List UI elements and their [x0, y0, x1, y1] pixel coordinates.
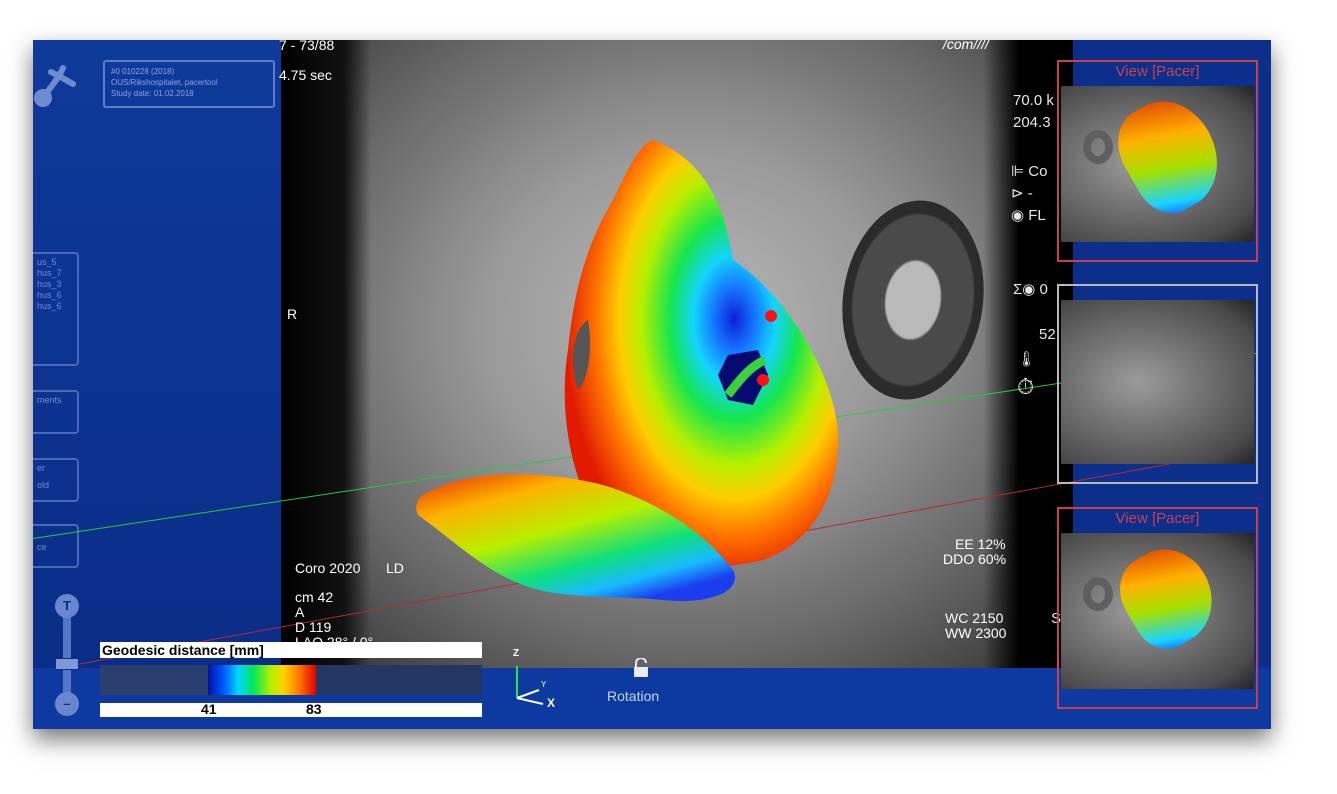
elapsed-time: 4.75 sec	[279, 67, 332, 83]
eye-icon: ◉	[1011, 207, 1029, 224]
patient-info-box[interactable]: #0 010228 (2018) OUS/Rikshospitalet, pac…	[103, 60, 275, 108]
ee-value: EE 12%	[955, 536, 1006, 552]
patient-id: #0 010228 (2018)	[111, 67, 175, 76]
value-readout: 52	[1039, 326, 1056, 343]
legend-title: Geodesic distance [mm]	[100, 642, 482, 658]
thumbnail-image	[1061, 533, 1254, 689]
thumbnail-view-pacer-3[interactable]: View [Pacer]	[1057, 507, 1258, 709]
thumbnail-view-pacer-1[interactable]: View [Pacer]	[1057, 60, 1258, 262]
geometry-line: cm 42	[295, 589, 334, 605]
thumbnail-title: View [Pacer]	[1115, 510, 1200, 527]
surface-box[interactable]: ce	[33, 524, 79, 568]
axis-y-label: Y	[541, 680, 547, 689]
legend-empty-range	[316, 665, 482, 695]
thumbnail-view-2[interactable]	[1057, 284, 1258, 484]
slider-thumb[interactable]	[55, 658, 79, 670]
series-list-box[interactable]: us_5 hus_7 hus_3 hus_6 hus_6	[33, 252, 79, 366]
measurements-label: ments	[37, 395, 62, 405]
filter-icon: ⊳	[1011, 185, 1028, 202]
legend-gradient	[208, 665, 316, 695]
axis-x-label: X	[547, 696, 556, 710]
slider-minus-button[interactable]: –	[55, 692, 79, 716]
slider-top-button[interactable]: T	[55, 594, 79, 618]
top-right-label: /com////	[943, 40, 989, 52]
protocol-label: Coro 2020	[295, 560, 361, 576]
app-logo-icon[interactable]	[33, 58, 79, 112]
ma-readout: 204.3	[1013, 114, 1051, 131]
ddo-value: DDO 60%	[943, 551, 1007, 567]
thumbnail-image	[1061, 300, 1254, 464]
legend-min-value[interactable]: 41	[201, 701, 217, 717]
threshold-box[interactable]: er old	[33, 458, 79, 502]
list-item[interactable]: hus_6	[37, 290, 73, 301]
color-legend-bar[interactable]	[100, 665, 482, 695]
thumbnail-image	[1061, 84, 1254, 242]
kv-readout: 70.0 k	[1013, 92, 1054, 109]
threshold-label-a: er	[37, 463, 46, 473]
protocol-sub-label: LD	[386, 560, 404, 576]
window-width: WW 2300	[945, 625, 1007, 641]
list-item[interactable]: hus_3	[37, 279, 73, 290]
rotation-label[interactable]: Rotation	[607, 688, 659, 704]
measurements-box[interactable]: ments	[33, 390, 79, 434]
stopwatch-icon: ⏱	[1017, 374, 1035, 399]
geometry-line: D 119	[295, 619, 332, 635]
sum-readout: Σ◉ 0	[1013, 281, 1048, 298]
axis-z-label: Z	[513, 648, 520, 659]
list-item[interactable]: hus_6	[37, 301, 73, 312]
dash-readout: ⊳ -	[1011, 185, 1033, 202]
contrast-icon: ⊫	[1011, 163, 1029, 180]
axis-orientation-widget: Z Y X	[509, 648, 569, 710]
list-item[interactable]: hus_7	[37, 268, 73, 279]
viewer-frame: #0 010228 (2018) OUS/Rikshospitalet, pac…	[33, 40, 1271, 729]
fl-readout: ◉ FL	[1011, 207, 1046, 224]
sum-eye-icon: Σ◉	[1013, 281, 1040, 298]
geometry-line: A	[295, 604, 305, 620]
thermometer-icon: 🌡	[1017, 351, 1037, 368]
legend-max-value[interactable]: 83	[306, 701, 322, 717]
thumbnail-title: View [Pacer]	[1115, 63, 1200, 80]
threshold-label-b: old	[37, 480, 50, 490]
study-date: Study date: 01.02.2018	[111, 89, 194, 98]
window-center: WC 2150	[945, 610, 1004, 626]
orientation-label-right: R	[287, 306, 298, 322]
geometry-info: cm 42 A D 119 LAO 28° / 0°	[295, 590, 373, 650]
list-item[interactable]: us_5	[37, 257, 73, 268]
patient-site: OUS/Rikshospitalet, pacertool	[111, 78, 218, 87]
heart-3d-model[interactable]	[373, 130, 843, 610]
frame-counter: 7 - 73/88	[279, 40, 335, 53]
contrast-readout: ⊫ Co	[1011, 163, 1048, 180]
unlock-icon[interactable]	[633, 657, 649, 678]
legend-scale-strip	[100, 703, 482, 717]
